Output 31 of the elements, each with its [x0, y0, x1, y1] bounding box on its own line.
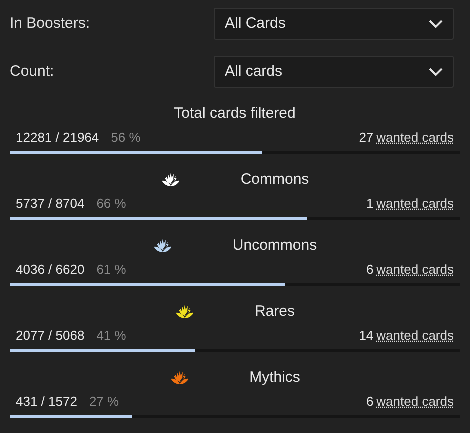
wanted-count: 1 — [366, 194, 374, 212]
percent-text: 66 % — [96, 194, 126, 212]
wanted-count: 27 — [359, 128, 374, 146]
section-title: Commons — [240, 170, 310, 190]
percent-text: 27 % — [89, 392, 120, 410]
percent-text: 56 % — [111, 128, 141, 146]
percent-text: 41 % — [96, 326, 126, 344]
card-count: 431 / 1572 — [16, 392, 78, 410]
card-count: 2077 / 5068 — [16, 326, 85, 344]
chevron-down-icon — [429, 68, 443, 76]
section-title: Mythics — [250, 368, 300, 388]
wanted-count: 6 — [366, 260, 374, 278]
section-title: Uncommons — [232, 236, 318, 256]
wanted-count: 14 — [359, 326, 374, 344]
section-title: Total cards filtered — [174, 104, 296, 124]
wanted-count: 6 — [366, 392, 374, 410]
wanted-cards-link[interactable]: wanted cards — [376, 392, 454, 411]
percent-text: 61 % — [96, 260, 126, 278]
chevron-down-icon — [429, 20, 443, 28]
wanted-cards-link[interactable]: wanted cards — [376, 260, 454, 279]
filter-label: In Boosters: — [10, 14, 90, 34]
card-count: 5737 / 8704 — [16, 194, 85, 212]
wanted-cards-link[interactable]: wanted cards — [376, 194, 454, 213]
filter-dropdown[interactable]: All Cards — [214, 8, 454, 40]
filter-label: Count: — [10, 62, 54, 82]
wanted-cards-link[interactable]: wanted cards — [376, 326, 454, 345]
section-title: Rares — [254, 302, 295, 322]
wanted-cards-link[interactable]: wanted cards — [376, 128, 454, 147]
card-count: 12281 / 21964 — [16, 128, 100, 146]
card-count: 4036 / 6620 — [16, 260, 85, 278]
filter-dropdown[interactable]: All cards — [214, 56, 454, 88]
